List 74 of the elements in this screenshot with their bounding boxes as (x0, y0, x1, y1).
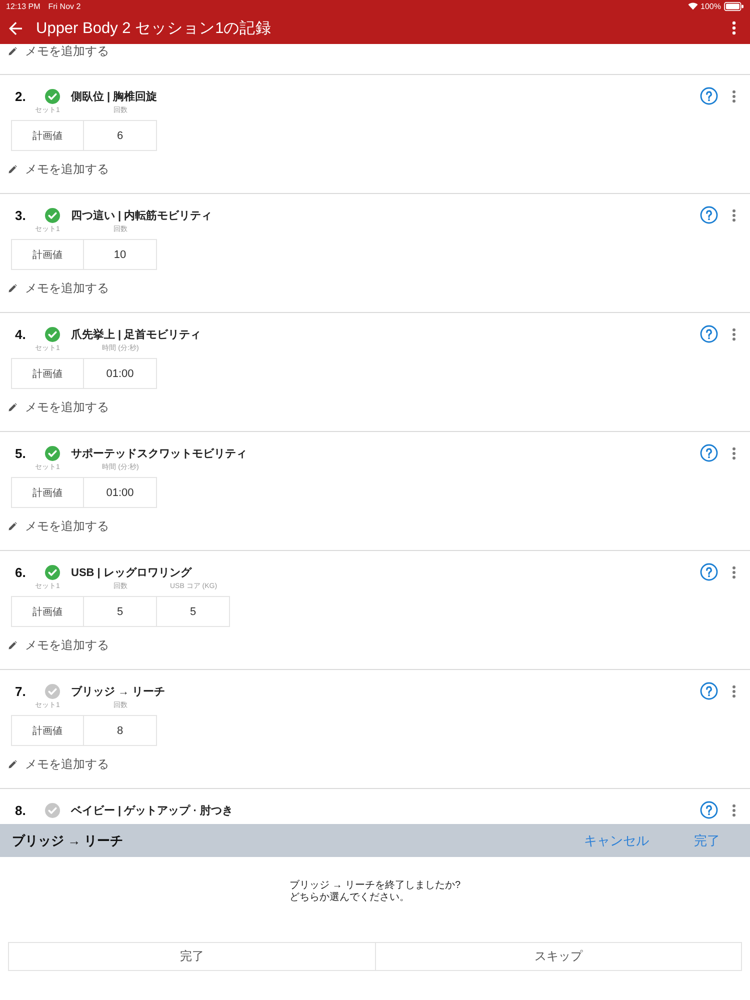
help-icon[interactable] (700, 682, 718, 700)
value-cell[interactable]: 8 (84, 715, 157, 746)
confirmation-message: ブリッジ → リーチを終了しましたか? どちらか選んでください。 (289, 880, 461, 904)
row-label-cell: 計画値 (11, 715, 84, 746)
value-cell[interactable]: 5 (157, 596, 230, 627)
row-label-cell: 計画値 (11, 596, 84, 627)
pencil-icon (8, 46, 17, 56)
more-options-icon[interactable] (732, 328, 736, 340)
exercise-number: 6. (15, 564, 27, 580)
add-memo-button[interactable]: メモを追加する (0, 633, 115, 657)
exercise-name: ベイビー | ゲットアップ · 肘つき (71, 804, 234, 818)
more-options-icon[interactable] (732, 566, 736, 578)
pencil-icon (8, 522, 17, 530)
row-label-cell: 計画値 (11, 358, 84, 389)
pencil-icon (8, 284, 17, 292)
exercise-number: 2. (15, 88, 27, 104)
add-memo-button[interactable]: メモを追加する (0, 752, 115, 776)
exercise-number: 3. (15, 208, 27, 222)
check-circle-icon[interactable] (45, 208, 60, 222)
choice-button[interactable]: スキップ (376, 942, 742, 971)
add-memo-button[interactable]: メモを追加する (0, 395, 115, 419)
check-circle-icon[interactable] (45, 564, 60, 580)
status-time: 12:13 PM (6, 2, 40, 10)
help-icon[interactable] (700, 444, 718, 462)
check-circle-icon[interactable] (45, 802, 60, 818)
exercise-number: 7. (15, 684, 27, 698)
help-icon[interactable] (700, 206, 718, 224)
add-memo-button[interactable]: メモを追加する (0, 514, 115, 538)
wifi-icon (688, 2, 698, 10)
row-label-cell: 計画値 (11, 477, 84, 508)
row-label-cell: 計画値 (11, 120, 84, 151)
check-circle-icon[interactable] (45, 684, 60, 698)
exercise-name: 爪先挙上 | 足首モビリティ (71, 328, 202, 342)
battery-icon (724, 2, 744, 10)
value-cell[interactable]: 5 (84, 596, 157, 627)
add-memo-button[interactable]: メモを追加する (0, 157, 115, 181)
status-date: Fri Nov 2 (48, 2, 81, 10)
more-options-icon[interactable] (732, 446, 736, 460)
more-options-icon[interactable] (732, 90, 736, 102)
check-circle-icon[interactable] (45, 446, 60, 460)
exercise-name: 側臥位 | 胸椎回旋 (71, 90, 158, 104)
help-icon[interactable] (700, 563, 718, 581)
pencil-icon (8, 402, 17, 412)
exercise-number: 8. (15, 802, 27, 818)
exercise-name: 四つ這い | 内転筋モビリティ (71, 208, 214, 222)
exercise-number: 5. (15, 446, 27, 460)
battery-percent: 100% (700, 2, 721, 10)
help-icon[interactable] (700, 801, 718, 819)
more-options-icon[interactable] (732, 21, 736, 35)
check-circle-icon[interactable] (45, 326, 60, 342)
exercise-name: USB | レッグロワリング (71, 566, 193, 580)
row-label-cell: 計画値 (11, 239, 84, 270)
back-arrow-icon[interactable] (9, 22, 22, 34)
choice-button[interactable]: 完了 (8, 942, 376, 971)
help-icon[interactable] (700, 325, 718, 343)
pencil-icon (8, 164, 17, 174)
value-cell[interactable]: 10 (84, 239, 157, 270)
exercise-number: 4. (15, 326, 27, 342)
add-memo-button[interactable]: メモを追加する (0, 44, 115, 58)
exercise-name: ブリッジ → リーチ (71, 684, 166, 698)
help-icon[interactable] (700, 87, 718, 105)
pencil-icon (8, 640, 17, 650)
more-options-icon[interactable] (732, 684, 736, 698)
more-options-icon[interactable] (732, 208, 736, 222)
value-cell[interactable]: 01:00 (84, 358, 157, 389)
pencil-icon (8, 760, 17, 768)
sheet-title: ブリッジ → リーチ (12, 832, 124, 850)
check-circle-icon[interactable] (45, 88, 60, 104)
more-options-icon[interactable] (732, 804, 736, 816)
screen-title: Upper Body 2 セッション1の記録 (36, 18, 273, 38)
value-cell[interactable]: 6 (84, 120, 157, 151)
exercise-name: サポーテッドスクワットモビリティ (71, 446, 248, 460)
value-cell[interactable]: 01:00 (84, 477, 157, 508)
add-memo-button[interactable]: メモを追加する (0, 276, 115, 300)
